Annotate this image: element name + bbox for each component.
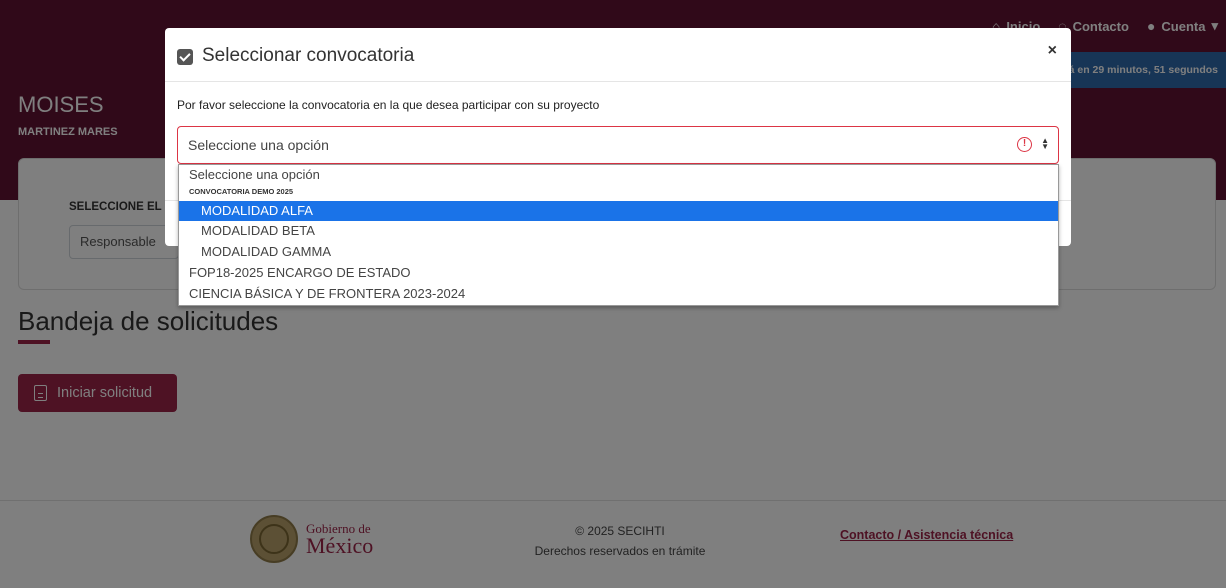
call-dropdown-list: Seleccione una opción CONVOCATORIA DEMO …	[178, 164, 1059, 306]
call-select[interactable]: Seleccione una opción ! ▲ ▼	[177, 126, 1059, 164]
modal-instruction: Por favor seleccione la convocatoria en …	[177, 98, 600, 112]
option-fop18[interactable]: FOP18-2025 ENCARGO DE ESTADO	[179, 263, 1058, 283]
checkbox-icon	[177, 49, 193, 65]
modal-title: Seleccionar convocatoria	[202, 45, 415, 66]
option-modalidad-gamma[interactable]: MODALIDAD GAMMA	[179, 242, 1058, 262]
optgroup-label: CONVOCATORIA DEMO 2025	[189, 187, 294, 196]
option-modalidad-beta[interactable]: MODALIDAD BETA	[179, 221, 1058, 241]
modal-header: Seleccionar convocatoria ×	[165, 28, 1071, 82]
option-placeholder[interactable]: Seleccione una opción	[179, 165, 1058, 185]
option-modalidad-alfa[interactable]: MODALIDAD ALFA	[179, 201, 1058, 221]
invalid-icon: !	[1017, 137, 1032, 152]
select-arrows-icon: ▲ ▼	[1041, 136, 1049, 151]
close-button[interactable]: ×	[1048, 42, 1057, 60]
option-ciencia-basica[interactable]: CIENCIA BÁSICA Y DE FRONTERA 2023-2024	[179, 284, 1058, 304]
call-select-value: Seleccione una opción	[188, 137, 329, 153]
